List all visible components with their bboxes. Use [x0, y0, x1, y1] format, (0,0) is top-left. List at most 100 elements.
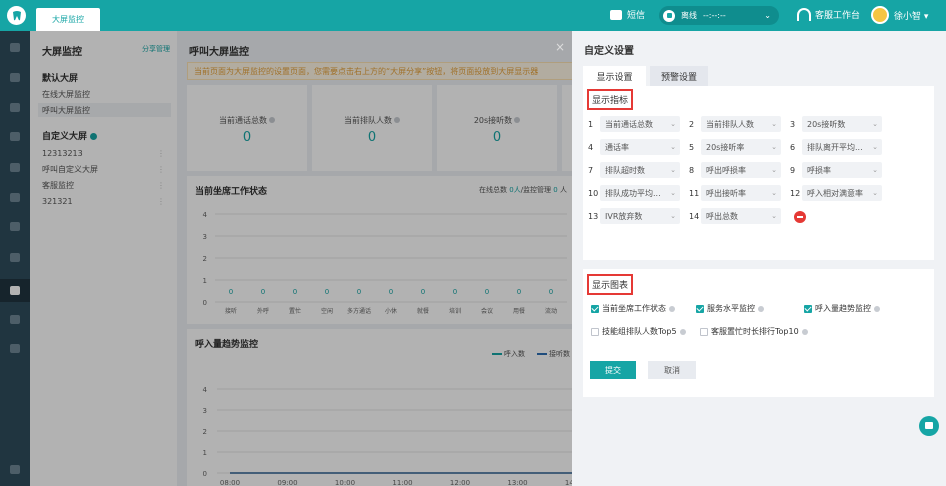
app-logo-icon[interactable]	[7, 6, 26, 25]
agent-workspace-button[interactable]: 客服工作台	[797, 8, 860, 21]
chevron-down-icon: ⌄	[670, 212, 676, 220]
metric-index: 14	[689, 211, 700, 221]
help-icon[interactable]	[679, 328, 686, 335]
metric-select-value: 呼出呼损率	[706, 165, 746, 175]
metric-select-value: 呼损率	[807, 165, 831, 175]
help-icon[interactable]	[874, 305, 880, 312]
metric-row: 14 呼出总数 ⌄	[689, 208, 781, 224]
metric-row: 13 IVR放弃数 ⌄	[588, 208, 680, 224]
chart-option-checkbox[interactable]: 服务水平监控	[696, 303, 764, 314]
tab-big-screen-monitor[interactable]: 大屏监控	[36, 8, 100, 31]
help-icon[interactable]	[669, 305, 675, 312]
metric-row: 4 通话率 ⌄	[588, 139, 680, 155]
metric-row: 7 排队超时数 ⌄	[588, 162, 680, 178]
metric-select-value: 20s接听率	[706, 142, 745, 152]
metric-index: 13	[588, 211, 599, 221]
chart-option-label: 客服置忙时长排行Top10	[711, 327, 799, 336]
metric-index: 10	[588, 188, 599, 198]
chevron-down-icon: ⌄	[764, 11, 771, 20]
metric-index: 6	[790, 142, 796, 152]
checkbox-icon[interactable]	[804, 304, 812, 313]
checkbox-icon[interactable]	[700, 327, 708, 336]
metric-select[interactable]: 20s接听率 ⌄	[701, 139, 781, 155]
metric-index: 7	[588, 165, 594, 175]
close-icon[interactable]: ×	[553, 40, 567, 54]
help-chat-icon[interactable]	[919, 416, 939, 436]
metric-index: 12	[790, 188, 801, 198]
metric-select-value: 排队成功平均...	[605, 188, 661, 198]
metric-select[interactable]: 呼出总数 ⌄	[701, 208, 781, 224]
cancel-button[interactable]: 取消	[648, 361, 696, 379]
metric-select[interactable]: 排队离开平均... ⌄	[802, 139, 882, 155]
metric-row: 3 20s接听数 ⌄	[790, 116, 882, 132]
help-icon[interactable]	[758, 305, 764, 312]
metric-row: 12 呼入相对满意率 ⌄	[790, 185, 882, 201]
message-icon	[610, 9, 622, 20]
checkbox-icon[interactable]	[696, 304, 704, 313]
metric-select[interactable]: 当前通话总数 ⌄	[600, 116, 680, 132]
metric-select[interactable]: 当前排队人数 ⌄	[701, 116, 781, 132]
chart-option-checkbox[interactable]: 当前坐席工作状态	[591, 303, 675, 314]
metric-select[interactable]: IVR放弃数 ⌄	[600, 208, 680, 224]
tab-alert-settings[interactable]: 预警设置	[650, 66, 708, 86]
chart-option-checkbox[interactable]: 技能组排队人数Top5	[591, 326, 686, 337]
charts-section-title: 显示图表	[587, 274, 634, 295]
headset-icon	[797, 8, 811, 21]
metric-index: 8	[689, 165, 695, 175]
chevron-down-icon: ⌄	[872, 143, 878, 151]
chevron-down-icon: ⌄	[872, 166, 878, 174]
charts-panel: 显示图表 当前坐席工作状态 服务水平监控 呼入量趋势监控技能组排队人数Top5 客服置…	[583, 269, 934, 397]
metric-index: 4	[588, 142, 594, 152]
metric-select-value: 呼出接听率	[706, 188, 746, 198]
chevron-down-icon: ⌄	[872, 120, 878, 128]
metric-index: 1	[588, 119, 594, 129]
metric-row: 2 当前排队人数 ⌄	[689, 116, 781, 132]
help-icon[interactable]	[801, 328, 808, 335]
metric-row: 11 呼出接听率 ⌄	[689, 185, 781, 201]
metric-select-value: 通话率	[605, 142, 629, 152]
metrics-section-title: 显示指标	[587, 89, 634, 110]
user-menu[interactable]: 徐小智 ▾	[871, 6, 928, 24]
metric-select-value: 当前排队人数	[706, 119, 754, 129]
remove-metric-row	[794, 211, 806, 223]
submit-button[interactable]: 提交	[590, 361, 636, 379]
sms-button[interactable]: 短信	[610, 8, 645, 21]
chevron-down-icon: ⌄	[771, 212, 777, 220]
metric-select-value: 20s接听数	[807, 119, 846, 129]
metric-select-value: 呼入相对满意率	[807, 188, 863, 198]
metric-select[interactable]: 呼出接听率 ⌄	[701, 185, 781, 201]
chart-option-checkbox[interactable]: 呼入量趋势监控	[804, 303, 880, 314]
avatar	[871, 6, 889, 24]
metric-select[interactable]: 呼出呼损率 ⌄	[701, 162, 781, 178]
metric-select[interactable]: 20s接听数 ⌄	[802, 116, 882, 132]
agent-status-dropdown[interactable]: 离线 --:--:-- ⌄	[659, 6, 779, 25]
status-timer: --:--:--	[703, 11, 726, 20]
metric-select-value: IVR放弃数	[605, 211, 643, 221]
chart-option-checkbox[interactable]: 客服置忙时长排行Top10	[700, 326, 808, 337]
tab-display-settings[interactable]: 显示设置	[583, 66, 646, 86]
chevron-down-icon: ⌄	[771, 120, 777, 128]
modal-overlay[interactable]	[0, 31, 572, 486]
checkbox-icon[interactable]	[591, 304, 599, 313]
chevron-down-icon: ⌄	[670, 189, 676, 197]
chevron-down-icon: ⌄	[670, 143, 676, 151]
metric-row: 8 呼出呼损率 ⌄	[689, 162, 781, 178]
metric-row: 5 20s接听率 ⌄	[689, 139, 781, 155]
metric-row: 6 排队离开平均... ⌄	[790, 139, 882, 155]
metric-select[interactable]: 呼入相对满意率 ⌄	[802, 185, 882, 201]
metric-select-value: 呼出总数	[706, 211, 738, 221]
checkbox-icon[interactable]	[591, 327, 599, 336]
user-name: 徐小智 ▾	[894, 11, 929, 22]
metric-select[interactable]: 通话率 ⌄	[600, 139, 680, 155]
chevron-down-icon: ⌄	[771, 143, 777, 151]
top-bar: 大屏监控 短信 离线 --:--:-- ⌄ 客服工作台 徐小智 ▾	[0, 0, 946, 31]
metric-row: 1 当前通话总数 ⌄	[588, 116, 680, 132]
status-label: 离线	[681, 11, 697, 20]
sms-label: 短信	[627, 11, 646, 21]
metric-select[interactable]: 排队成功平均... ⌄	[600, 185, 680, 201]
chevron-down-icon: ⌄	[771, 166, 777, 174]
remove-metric-icon[interactable]	[794, 211, 806, 223]
metric-select[interactable]: 排队超时数 ⌄	[600, 162, 680, 178]
metric-index: 2	[689, 119, 695, 129]
metric-select[interactable]: 呼损率 ⌄	[802, 162, 882, 178]
